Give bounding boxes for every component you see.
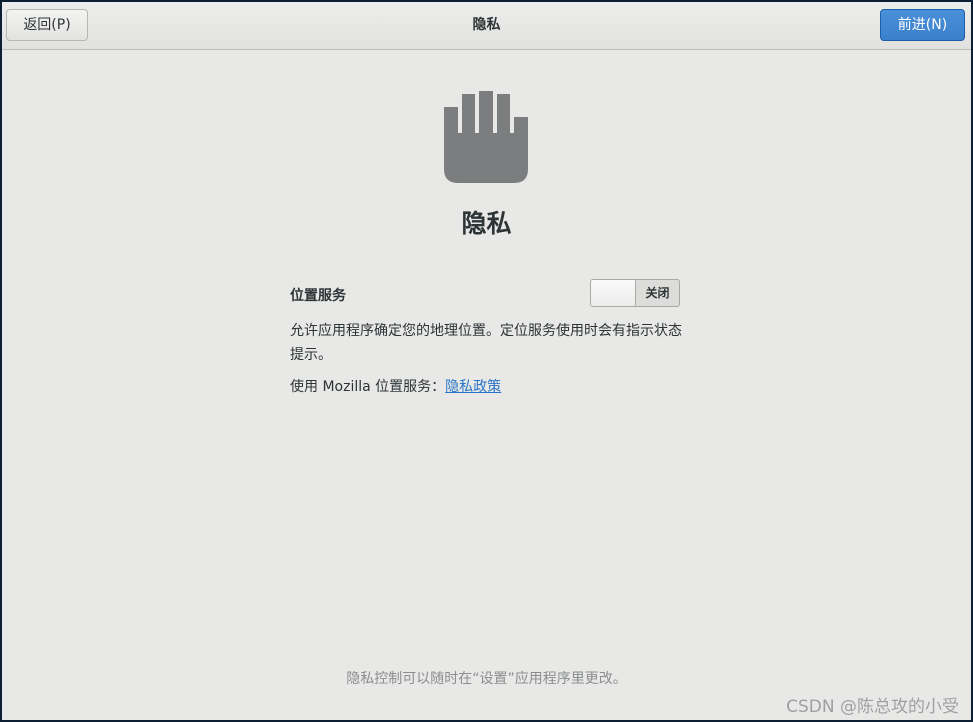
header-title: 隐私 [472, 17, 501, 33]
privacy-policy-line: 使用 Mozilla 位置服务：隐私政策 [290, 375, 501, 399]
privacy-policy-link[interactable]: 隐私政策 [445, 379, 501, 395]
location-services-label: 位置服务 [290, 288, 346, 304]
location-services-switch[interactable]: 关闭 [590, 279, 680, 307]
switch-state-label: 关闭 [645, 286, 670, 300]
header-bar: 返回(P) 隐私 前进(N) [2, 2, 971, 50]
privacy-setup-window: 返回(P) 隐私 前进(N) 隐私 位置服务 关闭 允许应用程序确定您的地理位置… [2, 2, 971, 720]
page-title: 隐私 [461, 209, 512, 238]
hand-stop-icon [444, 91, 528, 183]
policy-prefix: 使用 Mozilla 位置服务： [290, 379, 446, 395]
footer-note: 隐私控制可以随时在“设置”应用程序里更改。 [346, 671, 627, 687]
back-button[interactable]: 返回(P) [6, 9, 88, 41]
watermark: CSDN @陈总攻的小受 [786, 697, 959, 717]
switch-knob[interactable] [591, 280, 636, 306]
location-description: 允许应用程序确定您的地理位置。定位服务使用时会有指示状态提示。 [290, 323, 682, 363]
next-button[interactable]: 前进(N) [880, 9, 965, 41]
